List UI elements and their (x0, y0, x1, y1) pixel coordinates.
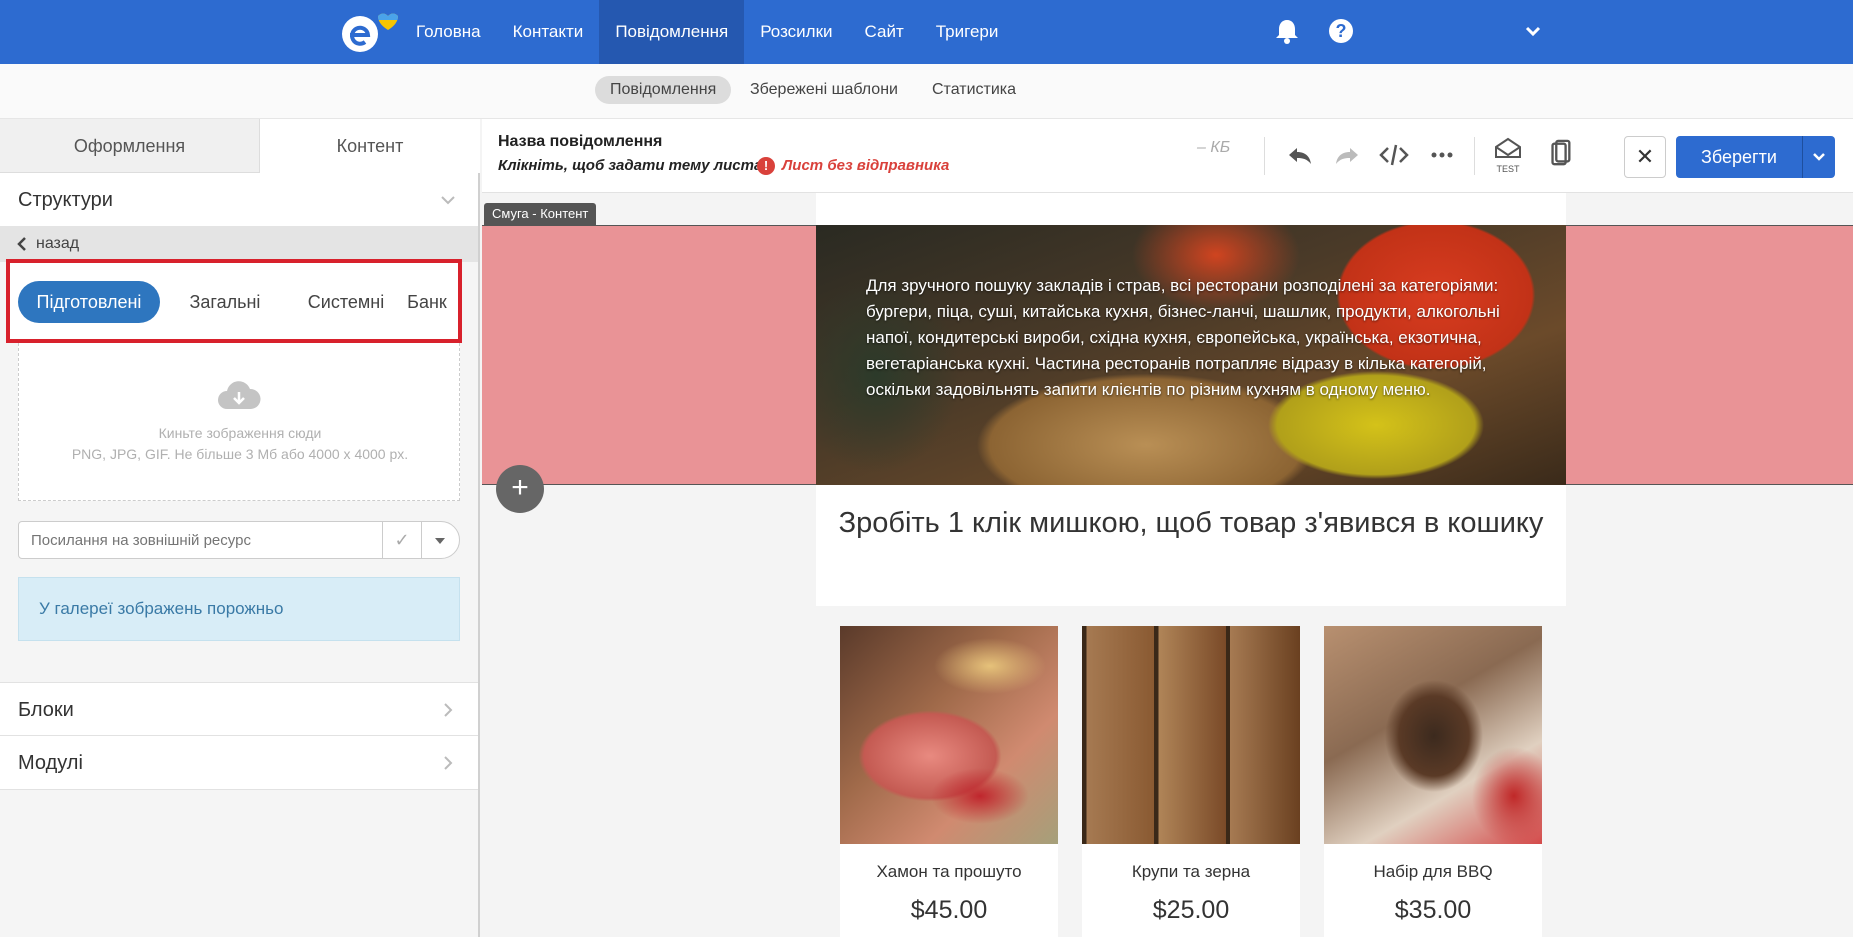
subnav-item-saved-templates[interactable]: Збережені шаблони (735, 76, 913, 104)
chevron-down-icon (1813, 153, 1825, 161)
email-headline: Зробіть 1 клік мишкою, щоб товар з'явивс… (838, 507, 1544, 539)
confirm-url-button[interactable]: ✓ (382, 521, 422, 559)
message-size: – КБ (1197, 139, 1231, 156)
help-icon[interactable]: ? (1329, 19, 1353, 43)
back-label: назад (36, 235, 80, 252)
test-send-button[interactable]: TEST (1491, 137, 1525, 174)
close-button[interactable]: ✕ (1624, 136, 1666, 178)
blocks-title: Блоки (18, 699, 74, 721)
hero-banner[interactable]: Для зручного пошуку закладів і страв, вс… (816, 225, 1566, 485)
nav-item-campaigns[interactable]: Розсилки (744, 0, 848, 64)
chevron-down-icon[interactable] (1524, 22, 1542, 40)
envelope-test-icon (1495, 137, 1521, 158)
dropzone-line1: Киньте зображення сюди (158, 425, 322, 441)
subject-prompt[interactable]: Клікніть, щоб задати тему листа (498, 157, 762, 174)
product-price: $35.00 (1394, 896, 1472, 924)
warning-icon: ! (757, 157, 775, 175)
external-url-input[interactable] (18, 521, 383, 559)
chevron-down-icon (441, 196, 455, 205)
main-nav: Головна Контакти Повідомлення Розсилки С… (400, 0, 1014, 64)
redo-icon[interactable] (1332, 141, 1362, 169)
more-options-icon[interactable] (1427, 141, 1457, 169)
product-name: Крупи та зерна (1131, 862, 1251, 881)
product-card[interactable]: Набір для BBQ $35.00 (1324, 626, 1542, 937)
category-general[interactable]: Загальні (170, 281, 280, 323)
chevron-left-icon (17, 237, 26, 251)
toolbar-divider (1264, 137, 1265, 175)
no-sender-warning[interactable]: Лист без відправника (782, 157, 949, 174)
subnav-item-statistics[interactable]: Статистика (917, 76, 1031, 104)
save-options-dropdown[interactable] (1802, 136, 1835, 178)
sidebar: Оформлення Контент Структури назад Підго… (0, 119, 480, 937)
editor-toolbar: Назва повідомлення Клікніть, щоб задати … (482, 119, 1853, 193)
save-button[interactable]: Зберегти (1676, 136, 1802, 178)
hero-text: Для зручного пошуку закладів і страв, вс… (866, 276, 1500, 399)
modules-title: Модулі (18, 752, 83, 774)
blocks-header[interactable]: Блоки (0, 682, 478, 736)
nav-item-site[interactable]: Сайт (849, 0, 920, 64)
top-bar: Головна Контакти Повідомлення Розсилки С… (0, 0, 1853, 64)
add-block-button[interactable]: + (496, 465, 544, 513)
back-link[interactable]: назад (0, 226, 478, 262)
chevron-right-icon (444, 756, 453, 770)
dropzone-line2: PNG, JPG, GIF. Не більше 3 Мб або 4000 x… (71, 446, 409, 462)
message-name[interactable]: Назва повідомлення (498, 133, 662, 151)
product-price: $45.00 (910, 896, 988, 924)
gallery-empty-notice: У галереї зображень порожньо (18, 577, 460, 641)
cloud-download-icon (218, 381, 261, 409)
category-tabs: Підготовлені Загальні Системні Банк (6, 259, 462, 343)
category-system[interactable]: Системні (286, 281, 406, 323)
bell-icon[interactable] (1275, 18, 1299, 44)
subnav-item-messages[interactable]: Повідомлення (595, 76, 732, 104)
product-image (840, 626, 1058, 844)
nav-item-home[interactable]: Головна (400, 0, 497, 64)
caret-down-icon (435, 538, 445, 544)
product-card[interactable]: Крупи та зерна $25.00 (1082, 626, 1300, 937)
products-row: Хамон та прошуто $45.00 Крупи та зерна $… (816, 606, 1566, 937)
image-dropzone[interactable]: Киньте зображення сюди PNG, JPG, GIF. Не… (18, 343, 460, 501)
product-card[interactable]: Хамон та прошуто $45.00 (840, 626, 1058, 937)
toolbar-divider (1474, 137, 1475, 175)
nav-item-triggers[interactable]: Тригери (920, 0, 1015, 64)
nav-item-contacts[interactable]: Контакти (497, 0, 600, 64)
sub-nav: Повідомлення Збережені шаблони Статистик… (0, 64, 1853, 119)
product-name: Набір для BBQ (1373, 862, 1493, 881)
category-bank[interactable]: Банк (396, 281, 458, 323)
tab-content[interactable]: Контент (260, 119, 480, 173)
structures-title: Структури (18, 189, 113, 211)
chevron-right-icon (444, 703, 453, 717)
product-image (1324, 626, 1542, 844)
email-canvas: Смуга - Контент Для зручного пошуку закл… (482, 193, 1853, 937)
nav-item-messages[interactable]: Повідомлення (599, 0, 745, 64)
product-name: Хамон та прошуто (876, 862, 1022, 881)
url-row: ✓ (18, 521, 460, 559)
structures-header[interactable]: Структури (0, 173, 478, 227)
product-price: $25.00 (1152, 896, 1230, 924)
category-prepared[interactable]: Підготовлені (18, 281, 160, 323)
dropzone-text: Киньте зображення сюди PNG, JPG, GIF. Не… (19, 423, 461, 465)
product-image (1082, 626, 1300, 844)
undo-icon[interactable] (1285, 141, 1315, 169)
url-options-dropdown[interactable] (421, 521, 460, 559)
logo-icon[interactable] (338, 8, 400, 56)
mobile-preview-icon[interactable] (1545, 139, 1575, 167)
modules-header[interactable]: Модулі (0, 736, 478, 790)
code-icon[interactable] (1379, 141, 1409, 169)
test-label: TEST (1496, 164, 1520, 174)
sidebar-tabs: Оформлення Контент (0, 119, 480, 173)
strip-label: Смуга - Контент (484, 203, 597, 225)
tab-design[interactable]: Оформлення (0, 119, 260, 173)
